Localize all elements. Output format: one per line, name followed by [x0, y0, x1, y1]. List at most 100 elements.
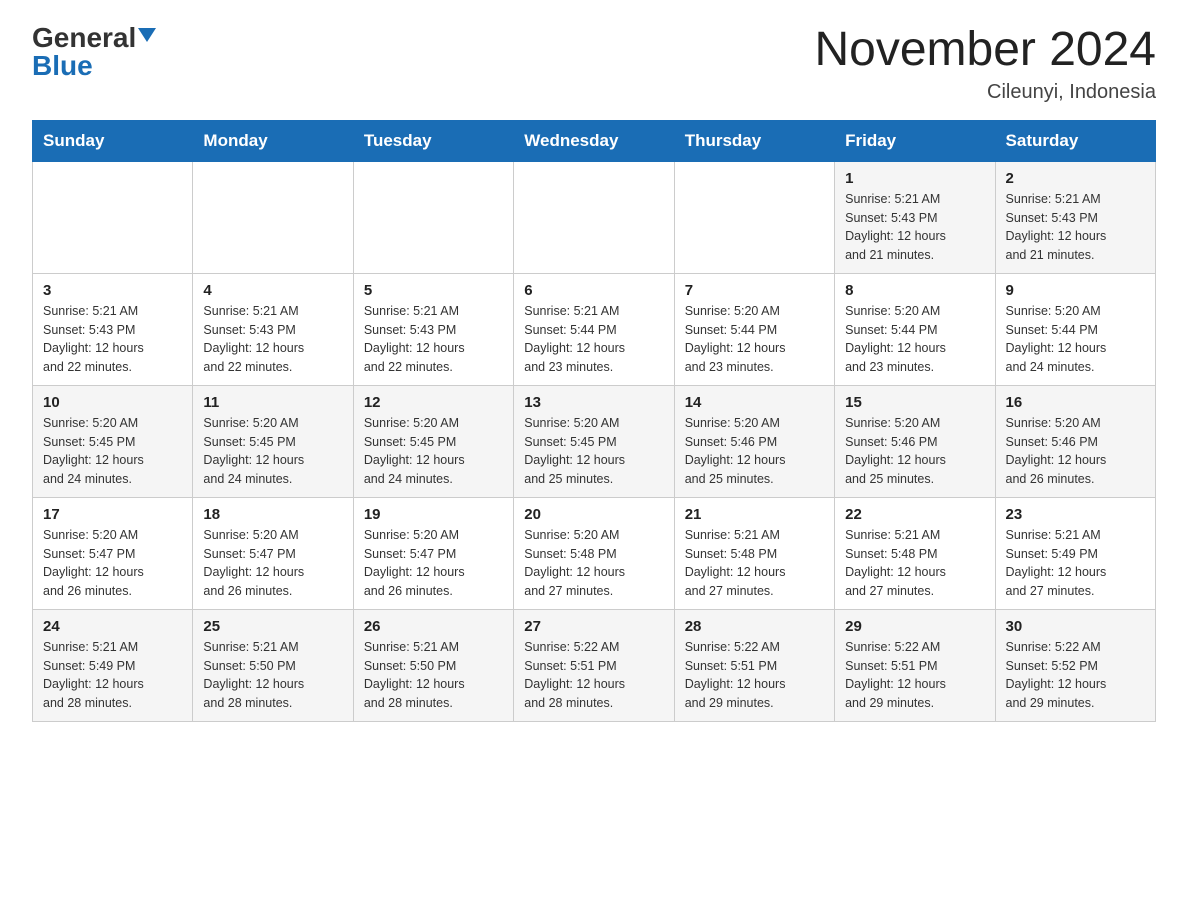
day-info: Sunrise: 5:20 AMSunset: 5:44 PMDaylight:…	[685, 302, 824, 377]
calendar-cell	[193, 161, 353, 273]
day-info: Sunrise: 5:22 AMSunset: 5:51 PMDaylight:…	[685, 638, 824, 713]
header: General Blue November 2024 Cileunyi, Ind…	[32, 24, 1156, 104]
day-number: 6	[524, 282, 663, 299]
day-info: Sunrise: 5:20 AMSunset: 5:45 PMDaylight:…	[524, 414, 663, 489]
day-info: Sunrise: 5:20 AMSunset: 5:45 PMDaylight:…	[364, 414, 503, 489]
calendar-cell: 8 Sunrise: 5:20 AMSunset: 5:44 PMDaylight…	[835, 273, 995, 385]
day-number: 30	[1006, 618, 1145, 635]
day-info: Sunrise: 5:22 AMSunset: 5:52 PMDaylight:…	[1006, 638, 1145, 713]
calendar-cell: 6 Sunrise: 5:21 AMSunset: 5:44 PMDaylight…	[514, 273, 674, 385]
day-number: 26	[364, 618, 503, 635]
day-header-thursday: Thursday	[674, 120, 834, 161]
day-info: Sunrise: 5:20 AMSunset: 5:45 PMDaylight:…	[43, 414, 182, 489]
day-number: 4	[203, 282, 342, 299]
day-header-tuesday: Tuesday	[353, 120, 513, 161]
calendar-cell: 21 Sunrise: 5:21 AMSunset: 5:48 PMDayligh…	[674, 497, 834, 609]
day-number: 11	[203, 394, 342, 411]
day-number: 23	[1006, 506, 1145, 523]
title-area: November 2024 Cileunyi, Indonesia	[814, 24, 1156, 104]
day-number: 12	[364, 394, 503, 411]
day-info: Sunrise: 5:20 AMSunset: 5:47 PMDaylight:…	[364, 526, 503, 601]
calendar-cell: 2 Sunrise: 5:21 AMSunset: 5:43 PMDaylight…	[995, 161, 1155, 273]
day-info: Sunrise: 5:21 AMSunset: 5:48 PMDaylight:…	[685, 526, 824, 601]
calendar-cell: 20 Sunrise: 5:20 AMSunset: 5:48 PMDayligh…	[514, 497, 674, 609]
calendar-cell: 4Sunrise: 5:21 AMSunset: 5:43 PMDaylight…	[193, 273, 353, 385]
day-info: Sunrise: 5:21 AMSunset: 5:49 PMDaylight:…	[43, 638, 182, 713]
calendar-cell: 17Sunrise: 5:20 AMSunset: 5:47 PMDayligh…	[33, 497, 193, 609]
calendar-cell: 16Sunrise: 5:20 AMSunset: 5:46 PMDayligh…	[995, 385, 1155, 497]
day-info: Sunrise: 5:21 AMSunset: 5:43 PMDaylight:…	[43, 302, 182, 377]
logo: General Blue	[32, 24, 156, 80]
day-info: Sunrise: 5:20 AMSunset: 5:46 PMDaylight:…	[685, 414, 824, 489]
calendar-cell	[353, 161, 513, 273]
day-info: Sunrise: 5:21 AMSunset: 5:50 PMDaylight:…	[203, 638, 342, 713]
calendar-cell: 11 Sunrise: 5:20 AMSunset: 5:45 PMDayligh…	[193, 385, 353, 497]
day-number: 20	[524, 506, 663, 523]
header-row: SundayMondayTuesdayWednesdayThursdayFrid…	[33, 120, 1156, 161]
calendar-cell: 27 Sunrise: 5:22 AMSunset: 5:51 PMDayligh…	[514, 609, 674, 721]
calendar-cell: 19Sunrise: 5:20 AMSunset: 5:47 PMDayligh…	[353, 497, 513, 609]
day-number: 27	[524, 618, 663, 635]
day-info: Sunrise: 5:20 AMSunset: 5:45 PMDaylight:…	[203, 414, 342, 489]
day-info: Sunrise: 5:21 AMSunset: 5:43 PMDaylight:…	[845, 190, 984, 265]
day-number: 3	[43, 282, 182, 299]
day-number: 18	[203, 506, 342, 523]
week-row-1: 1Sunrise: 5:21 AMSunset: 5:43 PMDaylight…	[33, 161, 1156, 273]
day-info: Sunrise: 5:20 AMSunset: 5:44 PMDaylight:…	[1006, 302, 1145, 377]
day-number: 10	[43, 394, 182, 411]
day-info: Sunrise: 5:20 AMSunset: 5:46 PMDaylight:…	[1006, 414, 1145, 489]
day-info: Sunrise: 5:21 AMSunset: 5:50 PMDaylight:…	[364, 638, 503, 713]
day-number: 9	[1006, 282, 1145, 299]
day-info: Sunrise: 5:20 AMSunset: 5:46 PMDaylight:…	[845, 414, 984, 489]
day-number: 14	[685, 394, 824, 411]
day-number: 2	[1006, 170, 1145, 187]
day-number: 25	[203, 618, 342, 635]
week-row-3: 10 Sunrise: 5:20 AMSunset: 5:45 PMDayligh…	[33, 385, 1156, 497]
day-number: 17	[43, 506, 182, 523]
calendar-cell	[514, 161, 674, 273]
calendar-cell: 25 Sunrise: 5:21 AMSunset: 5:50 PMDayligh…	[193, 609, 353, 721]
day-info: Sunrise: 5:20 AMSunset: 5:48 PMDaylight:…	[524, 526, 663, 601]
calendar-cell: 15Sunrise: 5:20 AMSunset: 5:46 PMDayligh…	[835, 385, 995, 497]
day-info: Sunrise: 5:21 AMSunset: 5:48 PMDaylight:…	[845, 526, 984, 601]
calendar-cell: 23 Sunrise: 5:21 AMSunset: 5:49 PMDayligh…	[995, 497, 1155, 609]
day-number: 7	[685, 282, 824, 299]
month-title: November 2024	[814, 24, 1156, 77]
day-info: Sunrise: 5:20 AMSunset: 5:44 PMDaylight:…	[845, 302, 984, 377]
calendar-cell: 12 Sunrise: 5:20 AMSunset: 5:45 PMDayligh…	[353, 385, 513, 497]
logo-general-text: General	[32, 24, 136, 52]
calendar-cell: 24Sunrise: 5:21 AMSunset: 5:49 PMDayligh…	[33, 609, 193, 721]
day-info: Sunrise: 5:21 AMSunset: 5:44 PMDaylight:…	[524, 302, 663, 377]
calendar-cell: 13 Sunrise: 5:20 AMSunset: 5:45 PMDayligh…	[514, 385, 674, 497]
week-row-5: 24Sunrise: 5:21 AMSunset: 5:49 PMDayligh…	[33, 609, 1156, 721]
day-info: Sunrise: 5:20 AMSunset: 5:47 PMDaylight:…	[203, 526, 342, 601]
calendar-cell: 7 Sunrise: 5:20 AMSunset: 5:44 PMDaylight…	[674, 273, 834, 385]
week-row-4: 17 Sunrise: 5:20 AMSunset: 5:47 PMDayligh…	[33, 497, 1156, 609]
calendar-cell: 18 Sunrise: 5:20 AMSunset: 5:47 PMDayligh…	[193, 497, 353, 609]
day-number: 29	[845, 618, 984, 635]
calendar-cell: 5Sunrise: 5:21 AMSunset: 5:43 PMDaylight…	[353, 273, 513, 385]
day-number: 28	[685, 618, 824, 635]
day-info: Sunrise: 5:22 AMSunset: 5:51 PMDaylight:…	[845, 638, 984, 713]
calendar-cell: 30 Sunrise: 5:22 AMSunset: 5:52 PMDayligh…	[995, 609, 1155, 721]
day-header-wednesday: Wednesday	[514, 120, 674, 161]
day-info: Sunrise: 5:21 AMSunset: 5:43 PMDaylight:…	[364, 302, 503, 377]
day-info: Sunrise: 5:21 AMSunset: 5:49 PMDaylight:…	[1006, 526, 1145, 601]
day-header-sunday: Sunday	[33, 120, 193, 161]
day-number: 21	[685, 506, 824, 523]
location-title: Cileunyi, Indonesia	[814, 81, 1156, 104]
day-number: 13	[524, 394, 663, 411]
day-info: Sunrise: 5:21 AMSunset: 5:43 PMDaylight:…	[1006, 190, 1145, 265]
calendar-cell: 22 Sunrise: 5:21 AMSunset: 5:48 PMDayligh…	[835, 497, 995, 609]
day-number: 22	[845, 506, 984, 523]
calendar-cell: 14 Sunrise: 5:20 AMSunset: 5:46 PMDayligh…	[674, 385, 834, 497]
day-number: 8	[845, 282, 984, 299]
calendar-cell: 1Sunrise: 5:21 AMSunset: 5:43 PMDaylight…	[835, 161, 995, 273]
calendar-cell: 29 Sunrise: 5:22 AMSunset: 5:51 PMDayligh…	[835, 609, 995, 721]
day-header-friday: Friday	[835, 120, 995, 161]
calendar-cell: 28 Sunrise: 5:22 AMSunset: 5:51 PMDayligh…	[674, 609, 834, 721]
day-info: Sunrise: 5:22 AMSunset: 5:51 PMDaylight:…	[524, 638, 663, 713]
calendar-cell: 10 Sunrise: 5:20 AMSunset: 5:45 PMDayligh…	[33, 385, 193, 497]
calendar-cell: 3 Sunrise: 5:21 AMSunset: 5:43 PMDaylight…	[33, 273, 193, 385]
calendar-cell: 9 Sunrise: 5:20 AMSunset: 5:44 PMDaylight…	[995, 273, 1155, 385]
